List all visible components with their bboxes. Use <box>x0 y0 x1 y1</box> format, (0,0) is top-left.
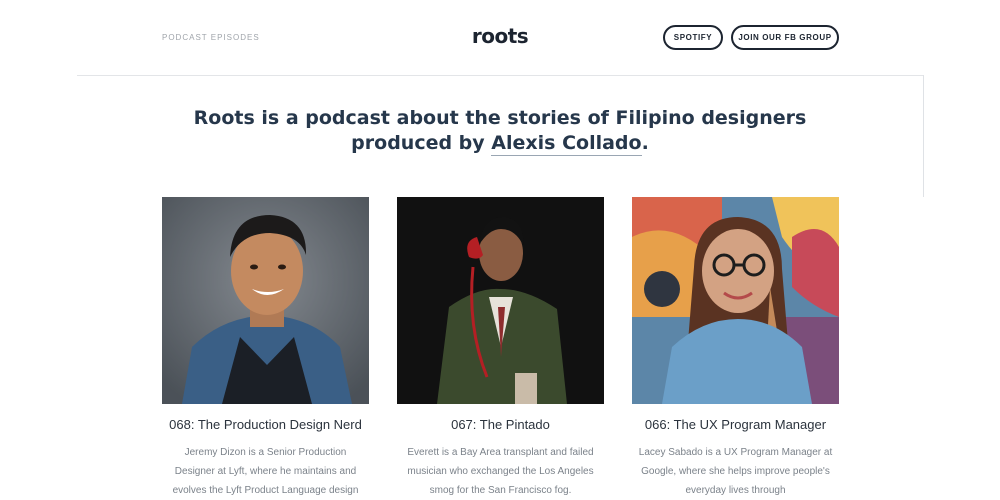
nav-podcast-episodes-link[interactable]: PODCAST EPISODES <box>162 33 260 42</box>
episode-description: Lacey Sabado is a UX Program Manager at … <box>638 447 833 496</box>
intro-suffix: . <box>641 132 649 154</box>
episode-description: Everett is a Bay Area transplant and fai… <box>407 447 594 496</box>
header-actions: SPOTIFY JOIN OUR FB GROUP <box>663 25 839 50</box>
portrait-photo-image <box>632 197 839 404</box>
intro-line-2: produced by Alexis Collado. <box>150 131 850 156</box>
portrait-photo[interactable] <box>162 197 369 404</box>
portrait-photo-image <box>397 197 604 404</box>
episode-title[interactable]: 068: The Production Design Nerd <box>162 417 369 432</box>
intro-statement: Roots is a podcast about the stories of … <box>150 106 850 156</box>
episode-card[interactable]: 066: The UX Program Manager Lacey Sabado… <box>632 197 839 500</box>
author-link[interactable]: Alexis Collado <box>491 132 642 156</box>
portrait-photo[interactable] <box>632 197 839 404</box>
episode-title[interactable]: 066: The UX Program Manager <box>632 417 839 432</box>
join-fb-group-button[interactable]: JOIN OUR FB GROUP <box>731 25 839 50</box>
intro-prefix: produced by <box>351 132 492 154</box>
portrait-photo[interactable] <box>397 197 604 404</box>
site-header: PODCAST EPISODES roots SPOTIFY JOIN OUR … <box>0 0 1000 76</box>
episode-card[interactable]: 067: The Pintado Everett is a Bay Area t… <box>397 197 604 500</box>
header-divider <box>77 75 924 76</box>
spotify-button[interactable]: SPOTIFY <box>663 25 723 50</box>
intro-line-1: Roots is a podcast about the stories of … <box>193 107 807 129</box>
episode-card[interactable]: 068: The Production Design Nerd Jeremy D… <box>162 197 369 500</box>
episode-description: Jeremy Dizon is a Senior Production Desi… <box>172 447 359 496</box>
site-logo[interactable]: roots <box>440 24 560 48</box>
side-divider <box>923 75 924 197</box>
episode-title[interactable]: 067: The Pintado <box>397 417 604 432</box>
portrait-photo-image <box>162 197 369 404</box>
